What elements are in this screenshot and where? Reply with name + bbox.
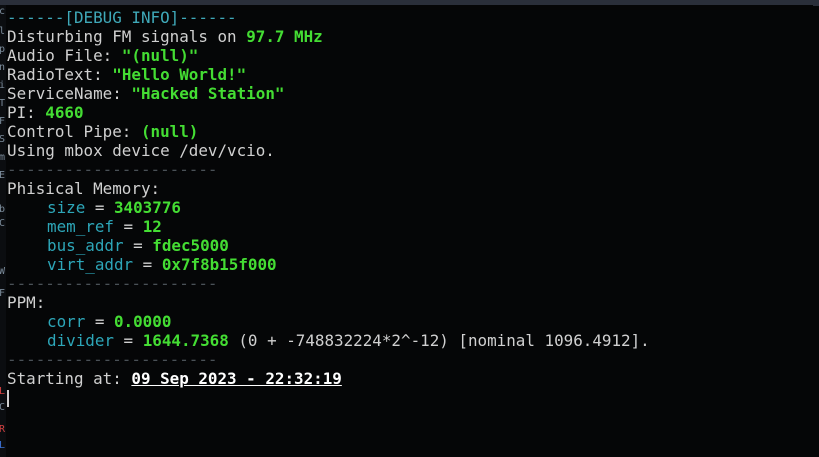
audio-file-line: Audio File: "(null)": [7, 46, 807, 65]
servicename-value: "Hacked Station": [131, 84, 285, 103]
edge-glyph: L: [0, 386, 6, 397]
mbox-line: Using mbox device /dev/vcio.: [7, 141, 275, 160]
memory-key: mem_ref: [47, 217, 114, 236]
edge-glyph: C: [0, 218, 6, 229]
left-pane-edge: c l p n i T F S m E b C W F L C R L: [0, 5, 6, 457]
edge-glyph: i: [0, 80, 6, 91]
window-top-strip: [0, 0, 819, 5]
memory-key: bus_addr: [47, 236, 124, 255]
pi-line: PI: 4660: [7, 103, 807, 122]
terminal-output[interactable]: ------[DEBUG INFO]------ Disturbing FM s…: [7, 8, 807, 407]
radiotext-label: RadioText:: [7, 65, 113, 84]
ppm-divider-detail: (0 + -748832224*2^-12) [nominal 1096.491…: [228, 331, 650, 350]
prompt-line[interactable]: [7, 388, 807, 407]
memory-size-row: size = 3403776: [7, 198, 807, 217]
ppm-corr-row: corr = 0.0000: [7, 312, 807, 331]
equals-sign: =: [133, 255, 162, 274]
pi-value: 4660: [45, 103, 84, 122]
edge-glyph: L: [0, 440, 6, 451]
audio-file-value: "(null)": [121, 46, 199, 65]
edge-glyph: l: [0, 26, 6, 37]
radiotext-value: "Hello World!": [112, 65, 247, 84]
edge-glyph: c: [0, 6, 6, 17]
edge-glyph: F: [0, 116, 6, 127]
separator: ----------------------: [7, 350, 218, 369]
servicename-line: ServiceName: "Hacked Station": [7, 84, 807, 103]
edge-glyph: E: [0, 170, 6, 181]
servicename-label: ServiceName:: [7, 84, 132, 103]
ppm-value: 0.0000: [113, 312, 172, 331]
ppm-title: PPM:: [7, 293, 46, 312]
memory-value: 12: [142, 217, 162, 236]
debug-header: ------[DEBUG INFO]------: [7, 8, 237, 27]
memory-value: fdec5000: [152, 236, 229, 255]
frequency-label: Disturbing FM signals on: [7, 27, 247, 46]
equals-sign: =: [113, 331, 143, 350]
control-pipe-label: Control Pipe:: [7, 122, 141, 141]
memory-value: 0x7f8b15f000: [161, 255, 277, 274]
equals-sign: =: [85, 198, 114, 217]
control-pipe-line: Control Pipe: (null): [7, 122, 807, 141]
edge-glyph: T: [0, 98, 6, 109]
radiotext-line: RadioText: "Hello World!": [7, 65, 807, 84]
separator: ----------------------: [7, 160, 218, 179]
ppm-value: 1644.7368: [142, 331, 229, 350]
edge-glyph: F: [0, 288, 6, 299]
memory-key: size: [47, 198, 86, 217]
edge-glyph: W: [0, 266, 6, 277]
equals-sign: =: [113, 217, 143, 236]
ppm-key: divider: [47, 331, 114, 350]
starting-label: Starting at:: [7, 369, 132, 388]
equals-sign: =: [85, 312, 114, 331]
frequency-value: 97.7 MHz: [246, 27, 323, 46]
separator: ----------------------: [7, 274, 218, 293]
ppm-divider-row: divider = 1644.7368 (0 + -748832224*2^-1…: [7, 331, 807, 350]
control-pipe-value: (null): [140, 122, 199, 141]
edge-glyph: m: [0, 152, 6, 163]
memory-bus-addr-row: bus_addr = fdec5000: [7, 236, 807, 255]
starting-line: Starting at: 09 Sep 2023 - 22:32:19: [7, 369, 807, 388]
edge-glyph: S: [0, 134, 6, 145]
edge-glyph: R: [0, 424, 6, 435]
edge-glyph: C: [0, 402, 6, 413]
frequency-line: Disturbing FM signals on 97.7 MHz: [7, 27, 807, 46]
pi-label: PI:: [7, 103, 46, 122]
starting-timestamp: 09 Sep 2023 - 22:32:19: [131, 369, 342, 388]
memory-mem-ref-row: mem_ref = 12: [7, 217, 807, 236]
equals-sign: =: [123, 236, 153, 255]
memory-virt-addr-row: virt_addr = 0x7f8b15f000: [7, 255, 807, 274]
memory-value: 3403776: [113, 198, 181, 217]
edge-glyph: p: [0, 44, 6, 55]
scrollbar[interactable]: [813, 5, 819, 6]
edge-glyph: b: [0, 204, 6, 215]
audio-file-label: Audio File:: [7, 46, 122, 65]
edge-glyph: n: [0, 62, 6, 73]
ppm-key: corr: [47, 312, 86, 331]
memory-key: virt_addr: [47, 255, 134, 274]
memory-title: Phisical Memory:: [7, 179, 161, 198]
text-cursor: [7, 390, 9, 407]
